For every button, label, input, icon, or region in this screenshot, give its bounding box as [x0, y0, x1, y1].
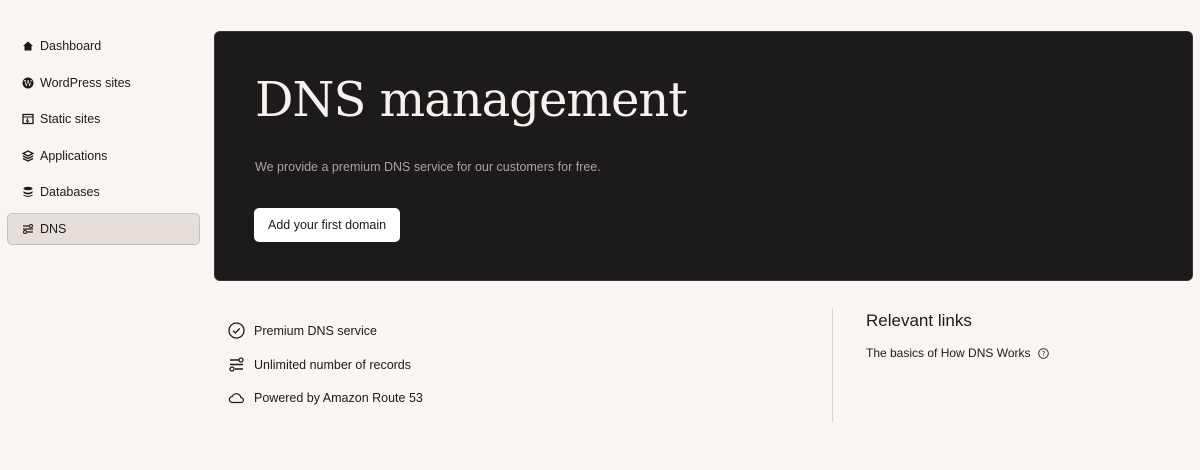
- sidebar-item-dns[interactable]: DNS: [7, 212, 200, 245]
- sidebar-item-label: WordPress sites: [40, 75, 131, 90]
- relevant-links-heading: Relevant links: [866, 311, 972, 330]
- svg-text:?: ?: [1041, 350, 1045, 358]
- feature-item: Premium DNS service: [228, 322, 377, 339]
- sidebar-item-label: Static sites: [40, 112, 101, 126]
- feature-label: Unlimited number of records: [254, 357, 412, 372]
- database-icon: [23, 186, 33, 197]
- help-icon: ?: [1037, 347, 1049, 359]
- wordpress-icon: W: [22, 77, 34, 88]
- feature-item: Unlimited number of records: [228, 356, 411, 373]
- sidebar-item-applications[interactable]: Applications: [7, 140, 200, 172]
- sidebar-item-label: DNS: [40, 221, 67, 236]
- hero-subtitle: We provide a premium DNS service for our…: [255, 160, 601, 174]
- home-icon: [23, 41, 33, 51]
- dns-records-icon: [229, 357, 244, 372]
- sidebar-item-static-sites[interactable]: Static sites: [7, 103, 200, 135]
- add-first-domain-button[interactable]: Add your first domain: [254, 208, 401, 242]
- link-label[interactable]: The basics of How DNS Works: [866, 346, 1031, 360]
- page-title: DNS management: [255, 72, 688, 128]
- hero-banner: DNS management We provide a premium DNS …: [214, 31, 1193, 281]
- sidebar-item-label: Dashboard: [40, 39, 102, 53]
- check-circle-icon: [228, 322, 245, 339]
- svg-text:W: W: [24, 79, 33, 88]
- divider: [832, 308, 833, 422]
- sidebar-item-label: Databases: [40, 185, 100, 199]
- sidebar: Dashboard W WordPress sites Static sites …: [7, 30, 200, 249]
- sidebar-item-label: Applications: [40, 148, 108, 163]
- dns-basics-link[interactable]: The basics of How DNS Works?: [866, 346, 1049, 360]
- sidebar-item-wordpress-sites[interactable]: W WordPress sites: [7, 67, 200, 99]
- feature-item: Powered by Amazon Route 53: [228, 389, 423, 406]
- dns-icon: [23, 223, 33, 234]
- feature-label: Powered by Amazon Route 53: [254, 390, 423, 405]
- sidebar-item-dashboard[interactable]: Dashboard: [7, 30, 200, 62]
- static-site-icon: [22, 113, 34, 125]
- feature-label: Premium DNS service: [254, 323, 377, 338]
- sidebar-item-databases[interactable]: Databases: [7, 176, 200, 208]
- cloud-icon: [228, 393, 244, 404]
- layers-icon: [22, 149, 34, 162]
